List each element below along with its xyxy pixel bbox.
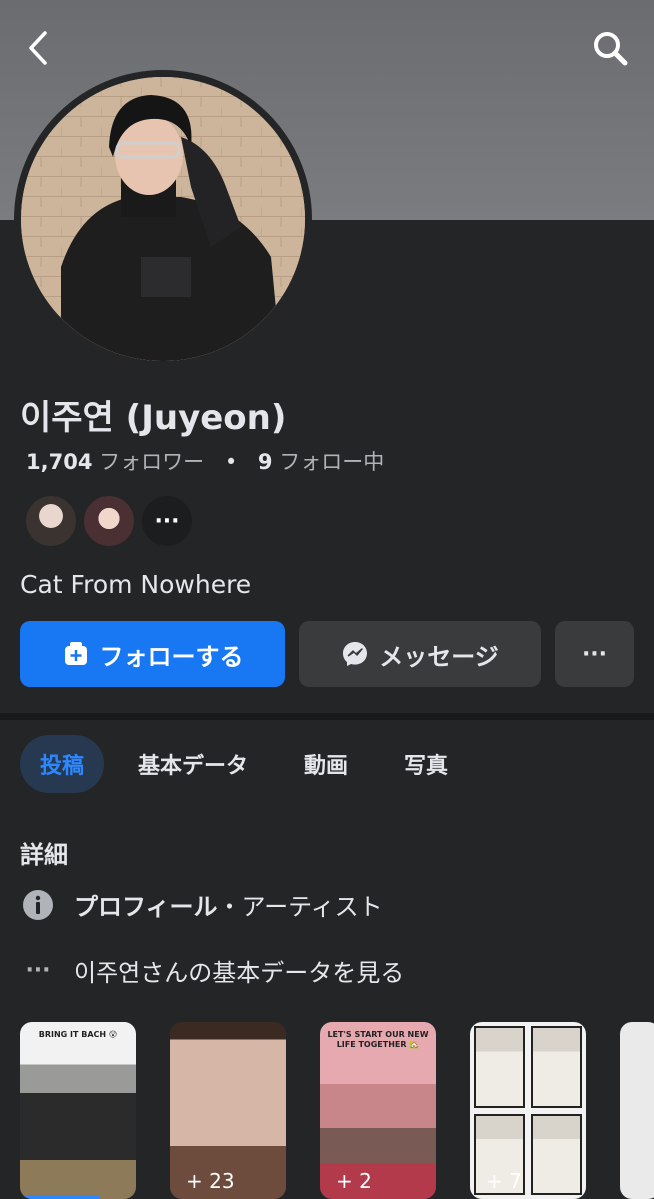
avatar-portrait [21,77,305,361]
messenger-icon [343,642,368,666]
profile-picture[interactable] [14,70,312,368]
chevron-left-icon [29,31,47,65]
message-button[interactable]: メッセージ [299,621,541,687]
tab-posts[interactable]: 投稿 [20,735,105,793]
follow-button-label: フォローする [99,642,244,671]
photo-count: + 2 [336,1169,372,1193]
featured-photo[interactable] [620,1022,654,1199]
mutual-friends[interactable]: ··· [24,494,198,548]
tab-photos[interactable]: 写真 [404,735,448,793]
profile-tabs: 投稿 基本データ 動画 写真 [20,735,448,793]
profile-type-category: ・アーティスト [217,893,383,921]
info-icon [23,889,53,920]
photo-caption: LET'S START OUR NEW LIFE TOGETHER 🏡 [327,1030,429,1050]
search-icon [594,32,628,66]
photo-caption: BRING IT BACH 😮 [38,1030,118,1039]
following-count: 9 [257,450,273,474]
tab-about[interactable]: 基本データ [138,735,248,793]
more-dots-icon: ··· [25,958,51,983]
profile-type-row: プロフィール ・アーティスト [20,887,383,922]
featured-photo[interactable]: BRING IT BACH 😮 [20,1022,136,1199]
separator-dot: • [224,450,238,474]
more-dots-icon: ··· [581,641,608,667]
featured-photos: BRING IT BACH 😮 + 23 LET'S START OUR NEW… [20,1022,654,1199]
followers-count: 1,704 [26,450,93,474]
more-friends-icon: ··· [140,494,194,548]
photo-count: + 23 [186,1169,235,1193]
follow-button[interactable]: フォローする [20,621,285,687]
back-button[interactable] [14,24,62,72]
progress-bar [20,1195,100,1199]
search-button[interactable] [586,24,634,72]
followers-label: フォロワー [99,450,205,474]
section-divider [0,713,654,720]
message-button-label: メッセージ [379,642,499,671]
more-options-button[interactable]: ··· [555,621,634,687]
add-friend-icon [64,642,87,665]
featured-photo[interactable]: LET'S START OUR NEW LIFE TOGETHER 🏡 + 2 [320,1022,436,1199]
following-label: フォロー中 [279,450,385,474]
friend-avatar [82,494,136,548]
see-about-link: 이주연さんの基本データを見る [74,959,405,987]
profile-type-label: プロフィール [74,893,218,921]
featured-photo[interactable]: + 23 [170,1022,286,1199]
follow-stats[interactable]: 1,704 フォロワー • 9 フォロー中 [26,446,384,476]
profile-name: 이주연 (Juyeon) [20,398,287,438]
profile-bio: Cat From Nowhere [20,570,252,599]
see-about-row[interactable]: ··· 이주연さんの基本データを見る [20,953,404,988]
photo-count: + 7 [486,1169,522,1193]
friend-avatar [24,494,78,548]
tab-videos[interactable]: 動画 [304,735,348,793]
avatar [21,77,305,361]
featured-photo[interactable]: + 7 [470,1022,586,1199]
details-heading: 詳細 [20,841,68,869]
